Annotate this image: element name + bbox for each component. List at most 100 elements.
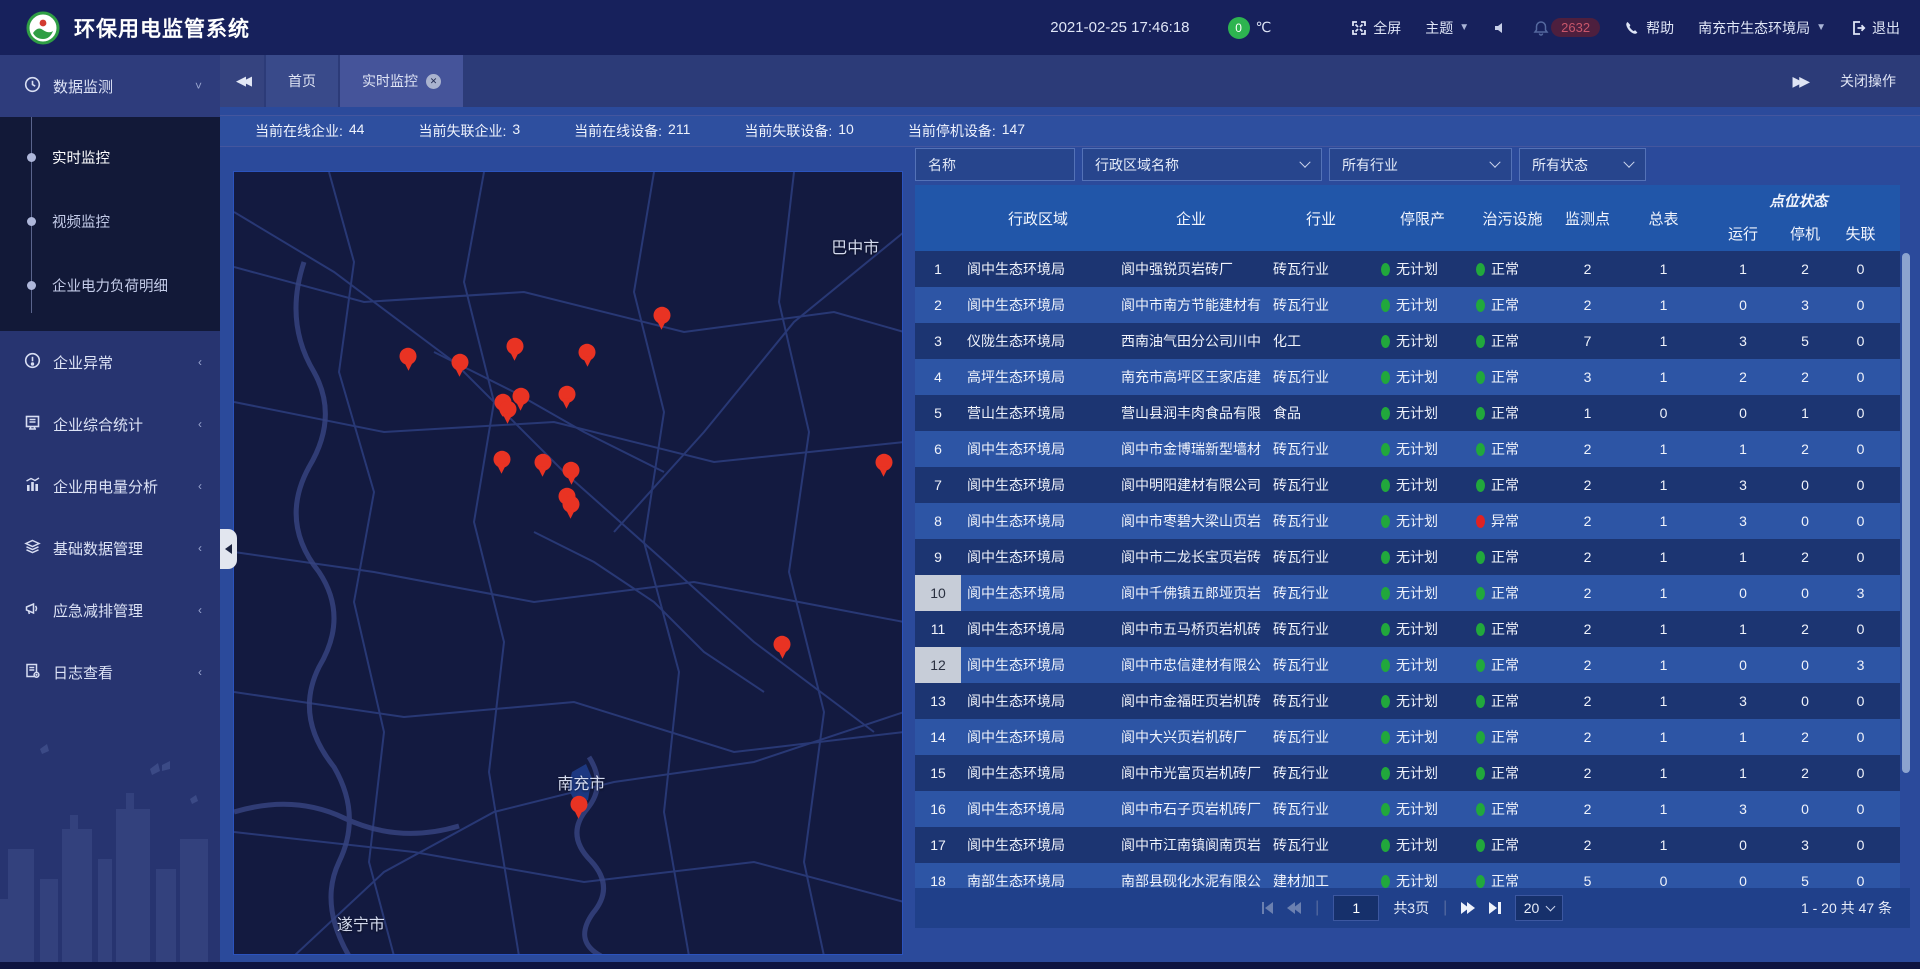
name-filter[interactable] — [915, 148, 1075, 181]
sidebar-item-label: 基础数据管理 — [53, 538, 186, 559]
page-size-select[interactable]: 20 — [1515, 895, 1564, 921]
status-dot-green — [1381, 335, 1390, 348]
status-filter-select[interactable]: 所有状态 — [1519, 148, 1646, 181]
table-row[interactable]: 18南部生态环境局南部县砚化水泥有限公建材加工无计划正常50050 — [915, 863, 1900, 888]
cell-stop: 3 — [1779, 827, 1831, 863]
help-button[interactable]: 帮助 — [1624, 18, 1674, 38]
close-operations-button[interactable]: 关闭操作 — [1840, 71, 1896, 91]
map-pin-icon[interactable] — [570, 796, 587, 813]
name-filter-input[interactable] — [928, 157, 1062, 173]
chevron-down-icon: ▼ — [1459, 22, 1469, 33]
table-row[interactable]: 5营山生态环境局营山县润丰肉食品有限食品无计划正常10010 — [915, 395, 1900, 431]
industry-filter-value: 所有行业 — [1342, 155, 1398, 175]
tabs-scroll-right-button[interactable]: ▶▶ — [1792, 73, 1806, 90]
page-number-input[interactable] — [1333, 895, 1379, 921]
submenu-item[interactable]: 实时监控 — [0, 125, 220, 189]
map-pin-icon[interactable] — [875, 453, 892, 470]
sidebar-collapse-handle[interactable] — [220, 529, 237, 569]
cell-meter: 1 — [1620, 503, 1707, 539]
layers-icon — [24, 538, 41, 559]
tab-home[interactable]: 首页 — [266, 55, 338, 107]
table-row[interactable]: 9阆中生态环境局阆中市二龙长宝页岩砖砖瓦行业无计划正常21120 — [915, 539, 1900, 575]
status-dot-green — [1476, 695, 1485, 708]
prev-page-button[interactable] — [1287, 902, 1301, 914]
map-pin-icon[interactable] — [493, 451, 510, 468]
table-row[interactable]: 12阆中生态环境局阆中市忠信建材有限公砖瓦行业无计划正常21003 — [915, 647, 1900, 683]
status-dot-green — [1476, 371, 1485, 384]
cell-lost: 0 — [1831, 359, 1890, 395]
logout-icon — [1850, 20, 1866, 36]
fullscreen-button[interactable]: 全屏 — [1351, 18, 1401, 38]
map-pin-icon[interactable] — [774, 636, 791, 653]
cell-company: 阆中明阳建材有限公司 — [1115, 467, 1267, 503]
cell-industry: 砖瓦行业 — [1267, 287, 1375, 323]
cell-lost: 0 — [1831, 791, 1890, 827]
cell-region: 阆中生态环境局 — [961, 683, 1115, 719]
sidebar-item-chart[interactable]: 企业用电量分析‹ — [0, 455, 220, 517]
map-pin-icon[interactable] — [563, 461, 580, 478]
next-page-button[interactable] — [1461, 902, 1475, 914]
org-menu[interactable]: 南充市生态环境局▼ — [1698, 18, 1826, 38]
status-dot-green — [1476, 839, 1485, 852]
cell-index: 9 — [915, 539, 961, 575]
sidebar-item-megaphone[interactable]: 应急减排管理‹ — [0, 579, 220, 641]
status-dot-green — [1476, 407, 1485, 420]
table-row[interactable]: 15阆中生态环境局阆中市光富页岩机砖厂砖瓦行业无计划正常21120 — [915, 755, 1900, 791]
status-dot-green — [1381, 371, 1390, 384]
last-page-button[interactable] — [1489, 902, 1501, 914]
cell-stop: 0 — [1779, 575, 1831, 611]
map-panel[interactable]: 巴中市南充市遂宁市 — [233, 171, 903, 955]
cell-points: 2 — [1555, 467, 1620, 503]
table-row[interactable]: 11阆中生态环境局阆中市五马桥页岩机砖砖瓦行业无计划正常21120 — [915, 611, 1900, 647]
submenu-item[interactable]: 企业电力负荷明细 — [0, 253, 220, 317]
theme-menu[interactable]: 主题▼ — [1425, 18, 1469, 38]
table-row[interactable]: 6阆中生态环境局阆中市金博瑞新型墙材砖瓦行业无计划正常21120 — [915, 431, 1900, 467]
map-pin-icon[interactable] — [562, 496, 579, 513]
sidebar-item-alert[interactable]: 企业异常‹ — [0, 331, 220, 393]
volume-button[interactable] — [1493, 20, 1509, 36]
map-pin-icon[interactable] — [512, 388, 529, 405]
map-pin-icon[interactable] — [534, 453, 551, 470]
table-row[interactable]: 1阆中生态环境局阆中强锐页岩砖厂砖瓦行业无计划正常21120 — [915, 251, 1900, 287]
industry-filter-select[interactable]: 所有行业 — [1329, 148, 1512, 181]
tab-realtime-monitor[interactable]: 实时监控 ✕ — [340, 55, 463, 107]
table-row[interactable]: 13阆中生态环境局阆中市金福旺页岩机砖砖瓦行业无计划正常21300 — [915, 683, 1900, 719]
col-meter: 总表 — [1620, 185, 1707, 251]
cell-limit: 无计划 — [1375, 575, 1470, 611]
map-pin-icon[interactable] — [499, 400, 516, 417]
cell-facility: 正常 — [1470, 431, 1555, 467]
col-industry: 行业 — [1267, 185, 1375, 251]
cell-run: 1 — [1707, 539, 1779, 575]
table-row[interactable]: 8阆中生态环境局阆中市枣碧大梁山页岩砖瓦行业无计划异常21300 — [915, 503, 1900, 539]
table-row[interactable]: 16阆中生态环境局阆中市石子页岩机砖厂砖瓦行业无计划正常21300 — [915, 791, 1900, 827]
cell-run: 3 — [1707, 791, 1779, 827]
sidebar-item-layers[interactable]: 基础数据管理‹ — [0, 517, 220, 579]
table-row[interactable]: 2阆中生态环境局阆中市南方节能建材有砖瓦行业无计划正常21030 — [915, 287, 1900, 323]
submenu-item[interactable]: 视频监控 — [0, 189, 220, 253]
table-row[interactable]: 17阆中生态环境局阆中市江南镇阆南页岩砖瓦行业无计划正常21030 — [915, 827, 1900, 863]
table-row[interactable]: 3仪陇生态环境局西南油气田分公司川中化工无计划正常71350 — [915, 323, 1900, 359]
sidebar-item-log[interactable]: 日志查看‹ — [0, 641, 220, 703]
map-pin-icon[interactable] — [558, 385, 575, 402]
table-row[interactable]: 7阆中生态环境局阆中明阳建材有限公司砖瓦行业无计划正常21300 — [915, 467, 1900, 503]
table-row[interactable]: 14阆中生态环境局阆中大兴页岩机砖厂砖瓦行业无计划正常21120 — [915, 719, 1900, 755]
map-pin-icon[interactable] — [653, 307, 670, 324]
notifications[interactable]: 2632 — [1533, 18, 1600, 37]
cell-limit: 无计划 — [1375, 827, 1470, 863]
table-row[interactable]: 10阆中生态环境局阆中千佛镇五郎垭页岩砖瓦行业无计划正常21003 — [915, 575, 1900, 611]
map-pin-icon[interactable] — [579, 344, 596, 361]
region-filter-select[interactable]: 行政区域名称 — [1082, 148, 1322, 181]
close-icon[interactable]: ✕ — [426, 74, 441, 89]
map-pin-icon[interactable] — [400, 348, 417, 365]
sidebar-item-monitor[interactable]: 数据监测˅ — [0, 55, 220, 117]
stat-value: 211 — [668, 121, 690, 141]
tabs-scroll-left-button[interactable]: ◀◀ — [220, 55, 264, 107]
status-dot-green — [1381, 443, 1390, 456]
sidebar-item-stats[interactable]: 企业综合统计‹ — [0, 393, 220, 455]
map-pin-icon[interactable] — [507, 338, 524, 355]
logout-button[interactable]: 退出 — [1850, 18, 1900, 38]
table-row[interactable]: 4高坪生态环境局南充市高坪区王家店建砖瓦行业无计划正常31220 — [915, 359, 1900, 395]
map-pin-icon[interactable] — [451, 353, 468, 370]
table-scrollbar[interactable] — [1902, 253, 1910, 773]
first-page-button[interactable] — [1262, 902, 1274, 914]
